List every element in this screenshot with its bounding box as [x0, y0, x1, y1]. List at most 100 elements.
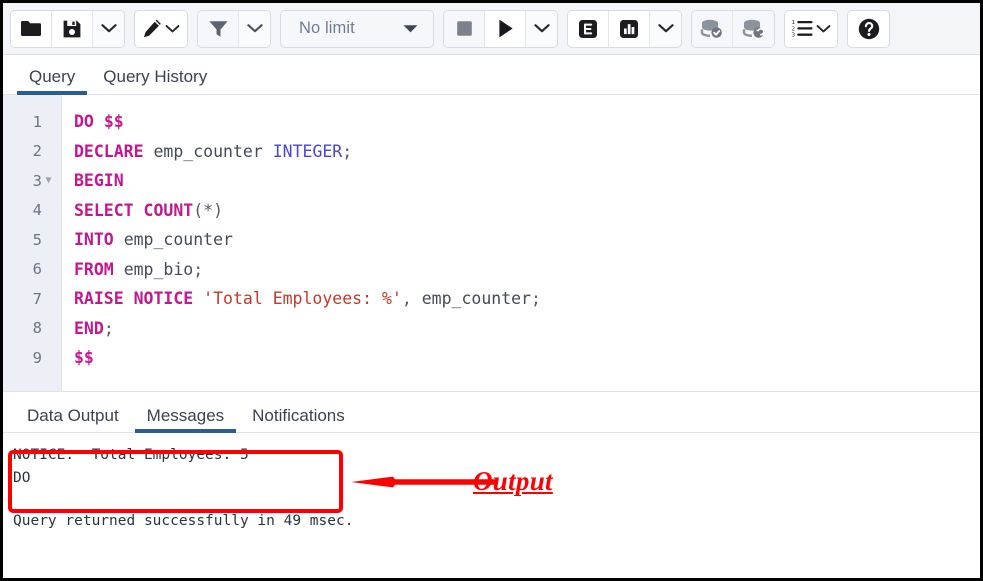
- chevron-down-icon: [533, 24, 550, 33]
- code-token: $$: [74, 348, 94, 368]
- code-fold-toggle-icon[interactable]: ▼: [42, 175, 55, 186]
- code-token: DECLARE: [74, 141, 144, 161]
- editor-code-line: BEGIN: [74, 166, 980, 196]
- code-token: RAISE: [74, 289, 124, 309]
- explain-button[interactable]: [568, 10, 609, 47]
- tab-query-label: Query: [29, 67, 76, 86]
- database-rollback-icon: [742, 19, 765, 38]
- code-token: END: [74, 318, 104, 338]
- filter-button-group: [197, 9, 271, 48]
- macros-button[interactable]: 1 2 3: [785, 10, 837, 47]
- query-toolbar: No limit 1 2 3: [3, 3, 980, 55]
- stop-query-button[interactable]: [444, 10, 485, 47]
- folder-icon: [21, 20, 41, 36]
- save-options-dropdown[interactable]: [93, 10, 124, 47]
- pencil-icon: [143, 19, 161, 38]
- code-token: SELECT: [74, 200, 134, 220]
- explain-options-dropdown[interactable]: [650, 10, 681, 47]
- transaction-button-group: [691, 9, 775, 48]
- pgadmin-query-tool: No limit 1 2 3 Query Query History 1 2 3…: [0, 0, 983, 581]
- editor-line-number: 8▼: [3, 314, 61, 344]
- rollback-button[interactable]: [733, 10, 774, 47]
- tab-query-history[interactable]: Query History: [89, 68, 221, 94]
- editor-code-line: INTO emp_counter: [74, 225, 980, 255]
- editor-line-number: 1▼: [3, 107, 61, 137]
- editor-code-line: RAISE NOTICE 'Total Employees: %', emp_c…: [74, 284, 980, 314]
- editor-line-number: 3 ▼: [3, 166, 61, 196]
- stop-square-icon: [456, 21, 472, 36]
- editor-code-line: FROM emp_bio;: [74, 255, 980, 285]
- editor-line-number: 5▼: [3, 225, 61, 255]
- output-annotation-label: Output: [473, 466, 553, 496]
- tab-notifications[interactable]: Notifications: [238, 407, 359, 432]
- code-token: emp_counter: [421, 289, 531, 309]
- code-token: (*): [193, 200, 224, 220]
- editor-line-number: 9▼: [3, 343, 61, 373]
- chevron-down-icon: [657, 24, 674, 33]
- editor-line-number: 7▼: [3, 284, 61, 314]
- query-status-message: Query returned successfully in 49 msec.: [13, 513, 354, 529]
- open-file-button[interactable]: [11, 10, 52, 47]
- editor-code-area[interactable]: DO $$ DECLARE emp_counter INTEGER; BEGIN SE…: [62, 95, 980, 391]
- code-token: NOTICE: [133, 289, 194, 309]
- execute-query-button[interactable]: [485, 10, 526, 47]
- tab-notifications-label: Notifications: [252, 406, 345, 425]
- editor-line-number-gutter: 1▼ 2 ▼3▼4▼5▼6▼7▼8▼9▼: [3, 95, 62, 391]
- row-limit-value: No limit: [299, 19, 355, 37]
- edit-button[interactable]: [135, 10, 187, 47]
- svg-text:1: 1: [792, 20, 795, 26]
- database-commit-icon: [700, 19, 722, 38]
- caret-down-icon: [403, 25, 418, 33]
- help-button-group: [847, 9, 890, 48]
- execute-options-dropdown[interactable]: [526, 10, 557, 47]
- code-token: emp_bio: [123, 259, 194, 279]
- tab-data-output[interactable]: Data Output: [13, 407, 133, 432]
- chevron-down-icon: [246, 24, 263, 33]
- line-number-value: 2: [32, 142, 42, 161]
- filter-button[interactable]: [198, 10, 239, 47]
- editor-code-line: DO $$: [74, 107, 980, 137]
- macros-button-group: 1 2 3: [784, 9, 838, 48]
- tab-data-output-label: Data Output: [27, 406, 119, 425]
- help-circle-icon: [858, 18, 879, 39]
- line-number-value: 6: [32, 260, 42, 279]
- file-button-group: [10, 9, 125, 48]
- code-token: $$: [103, 112, 124, 132]
- editor-code-line: SELECT COUNT (*): [74, 196, 980, 226]
- line-number-value: 3: [32, 171, 42, 190]
- editor-code-line: DECLARE emp_counter INTEGER;: [74, 137, 980, 167]
- editor-code-line: END;: [74, 314, 980, 344]
- svg-text:2: 2: [792, 26, 795, 32]
- line-number-value: 7: [32, 289, 42, 308]
- code-token: ;: [531, 289, 541, 309]
- messages-panel[interactable]: NOTICE: Total Employees: 5 DO Query retu…: [3, 433, 980, 578]
- editor-line-number: 4▼: [3, 196, 61, 226]
- code-token: INTEGER: [272, 141, 343, 161]
- tab-messages[interactable]: Messages: [133, 406, 238, 433]
- code-token: ;: [103, 318, 114, 338]
- code-token: ;: [342, 141, 353, 161]
- filter-options-dropdown[interactable]: [239, 10, 270, 47]
- tab-messages-label: Messages: [146, 406, 225, 425]
- row-limit-select[interactable]: No limit: [281, 10, 433, 47]
- query-tabbar: Query Query History: [3, 55, 980, 95]
- execute-button-group: [443, 9, 558, 48]
- row-limit-group: No limit: [280, 9, 434, 48]
- save-file-button[interactable]: [52, 10, 93, 47]
- bar-chart-icon: [620, 19, 638, 38]
- code-token: ;: [193, 259, 204, 279]
- code-token: emp_counter: [153, 141, 263, 161]
- code-token: FROM: [74, 259, 114, 279]
- editor-line-number: 6▼: [3, 255, 61, 285]
- explain-analyze-button[interactable]: [609, 10, 650, 47]
- commit-button[interactable]: [692, 10, 733, 47]
- tab-query[interactable]: Query: [15, 67, 89, 95]
- line-number-value: 1: [32, 112, 42, 131]
- sql-editor[interactable]: 1▼2▼3▼4▼5▼6▼7▼8▼9▼ DO $$DECLARE emp_coun…: [3, 95, 980, 391]
- help-button[interactable]: [848, 10, 889, 47]
- svg-text:3: 3: [792, 33, 795, 38]
